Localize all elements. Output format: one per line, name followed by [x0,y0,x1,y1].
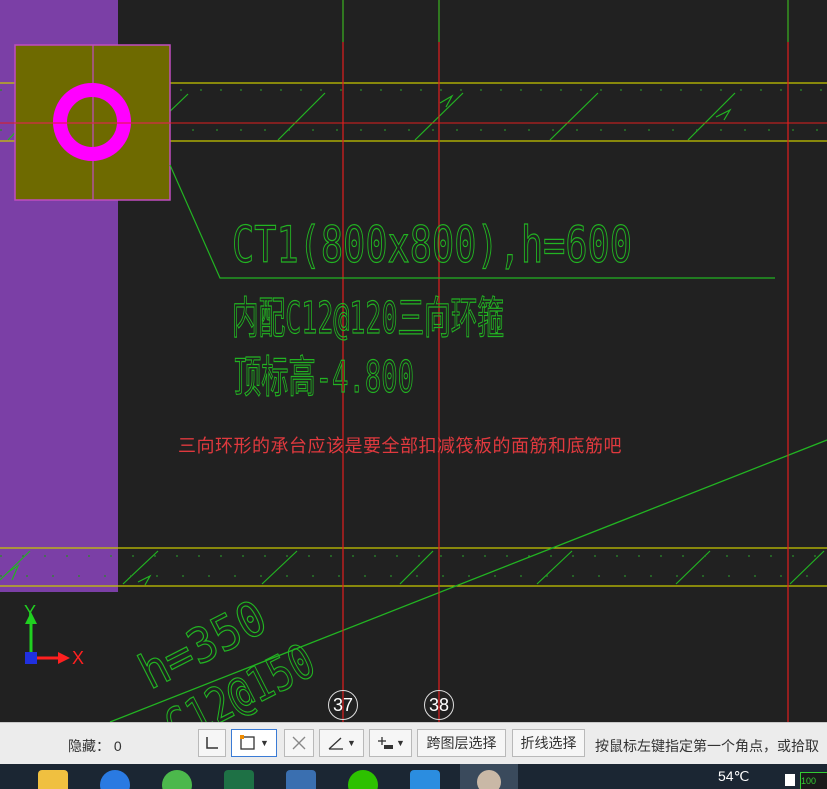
ortho-icon [206,737,218,749]
folder-icon[interactable] [38,770,68,789]
ortho-button[interactable] [198,729,226,757]
power-icon [785,774,795,786]
cross-select-button[interactable] [284,729,314,757]
command-prompt: 按鼠标左键指定第一个角点，或拾取 [595,738,819,754]
grid-bubble-37: 37 [328,690,358,720]
angle-dropdown[interactable]: ▼ [319,729,364,757]
polyline-select-button[interactable]: 折线选择 [512,729,585,757]
avatar-icon [477,770,501,789]
pile-cap-label: CT1(800x800),h=600 [232,216,632,274]
taskbar: 54℃ 100 [0,764,827,789]
snap-dropdown[interactable]: ▼ [369,729,412,757]
wechat-icon[interactable] [348,770,378,789]
green-app-icon[interactable] [162,770,192,789]
cross-layer-select-button[interactable]: 跨图层选择 [417,729,506,757]
hide-value: 0 [113,738,122,754]
annotation-text: 三向环形的承台应该是要全部扣减筏板的面筋和底筋吧 [178,436,622,457]
ucs-y-label: Y [24,602,37,622]
selection-mode-dropdown[interactable]: ▼ [231,729,277,757]
browser-icon[interactable] [100,770,130,789]
cad-drawing: CT1(800x800),h=600 内配C12@120三向环箍 顶标高-4.8… [0,0,827,722]
excel-icon[interactable] [224,770,254,789]
chevron-down-icon: ▼ [260,738,269,748]
rebar-label: 内配C12@120三向环箍 [232,293,504,344]
chevron-down-icon: ▼ [396,738,405,748]
grid-bubble-38: 38 [424,690,454,720]
bottom-band-hatch [0,550,827,586]
cross-icon [292,736,306,750]
app-window-icon[interactable] [286,770,316,789]
active-app-highlight[interactable] [460,764,518,789]
hide-label: 隐藏： [68,738,110,754]
battery-indicator: 100 [800,772,827,789]
status-bar: 隐藏： 0 ▼ ▼ ▼ 跨图层选择 折线选择 按鼠标左键指定第一个角点，或拾取 [0,722,827,765]
ucs-x-label: X [72,648,85,668]
top-elevation-label: 顶标高-4.800 [234,352,414,403]
angle-icon [328,737,344,750]
box-select-icon [240,735,255,750]
t-app-icon[interactable] [410,770,440,789]
drawing-canvas[interactable]: CT1(800x800),h=600 内配C12@120三向环箍 顶标高-4.8… [0,0,827,722]
hide-count: 隐藏： 0 [68,736,122,756]
chevron-down-icon: ▼ [347,738,356,748]
temperature-readout: 54℃ [718,768,750,784]
snap-icon [378,737,394,749]
